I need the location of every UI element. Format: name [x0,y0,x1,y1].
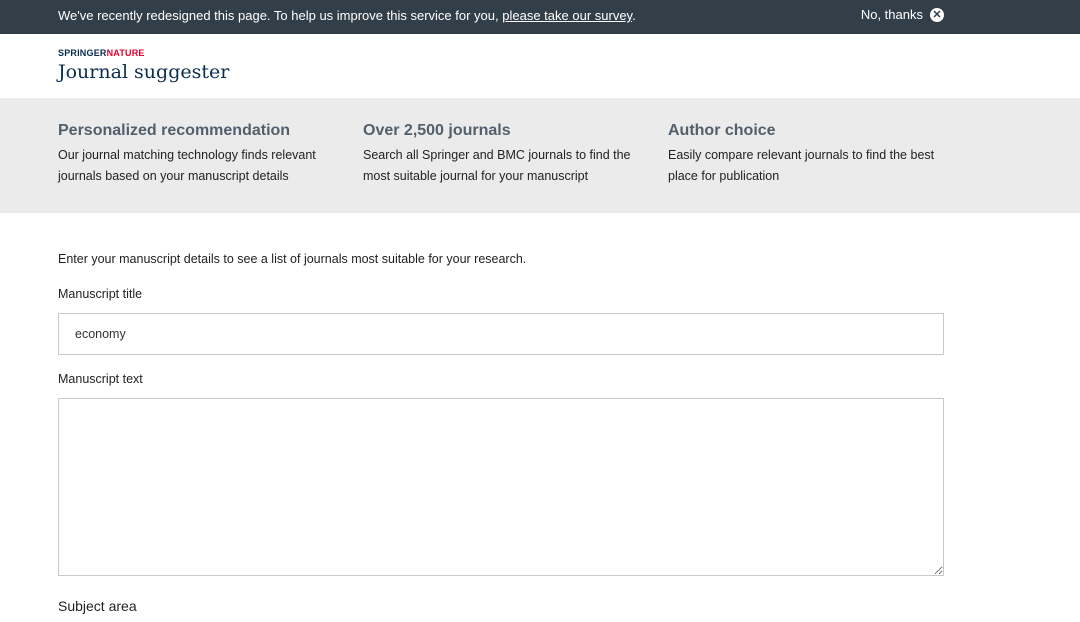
logo-text: SPRINGERNATURE [58,48,145,58]
survey-banner: We've recently redesigned this page. To … [0,0,1080,34]
features-band: Personalized recommendation Our journal … [0,98,1080,213]
feature-title: Personalized recommendation [58,122,291,139]
feature-line: journals based on your manuscript detail… [58,169,289,183]
survey-message: We've recently redesigned this page. To … [58,8,636,23]
manuscript-title-label: Manuscript title [58,287,143,301]
survey-message-text: We've recently redesigned this page. To … [58,8,499,23]
feature-description: Easily compare relevant journals to find… [668,145,958,187]
subject-area-label: Subject area [58,598,137,614]
dismiss-label: No, thanks [860,7,923,22]
dismiss-survey-button[interactable]: No, thanks ✕ [861,7,944,22]
springer-nature-logo[interactable]: SPRINGERNATURE [58,48,145,58]
feature-journals: Over 2,500 journals Search all Springer … [363,122,653,187]
logo-springer: SPRINGER [58,48,107,58]
survey-link-suffix: . [632,8,636,23]
feature-author-choice: Author choice Easily compare relevant jo… [668,122,958,187]
close-circle-icon[interactable]: ✕ [930,7,944,22]
feature-line: Easily compare relevant journals to find… [668,148,935,162]
feature-line: Search all Springer and BMC journals to … [363,148,631,162]
survey-link[interactable]: please take our survey [502,8,632,23]
feature-title: Author choice [668,122,776,139]
logo-nature: NATURE [106,48,145,58]
manuscript-text-input[interactable] [58,398,944,576]
form-intro: Enter your manuscript details to see a l… [58,252,527,266]
feature-line: Our journal matching technology finds re… [58,148,316,162]
feature-personalized: Personalized recommendation Our journal … [58,122,348,187]
feature-title: Over 2,500 journals [363,122,511,139]
feature-line: most suitable journal for your manuscrip… [363,169,589,183]
manuscript-title-input[interactable] [58,313,944,355]
feature-description: Search all Springer and BMC journals to … [363,145,653,187]
manuscript-text-label: Manuscript text [58,372,143,386]
feature-description: Our journal matching technology finds re… [58,145,348,187]
feature-line: place for publication [668,169,780,183]
page-title: Journal suggester [58,61,230,83]
